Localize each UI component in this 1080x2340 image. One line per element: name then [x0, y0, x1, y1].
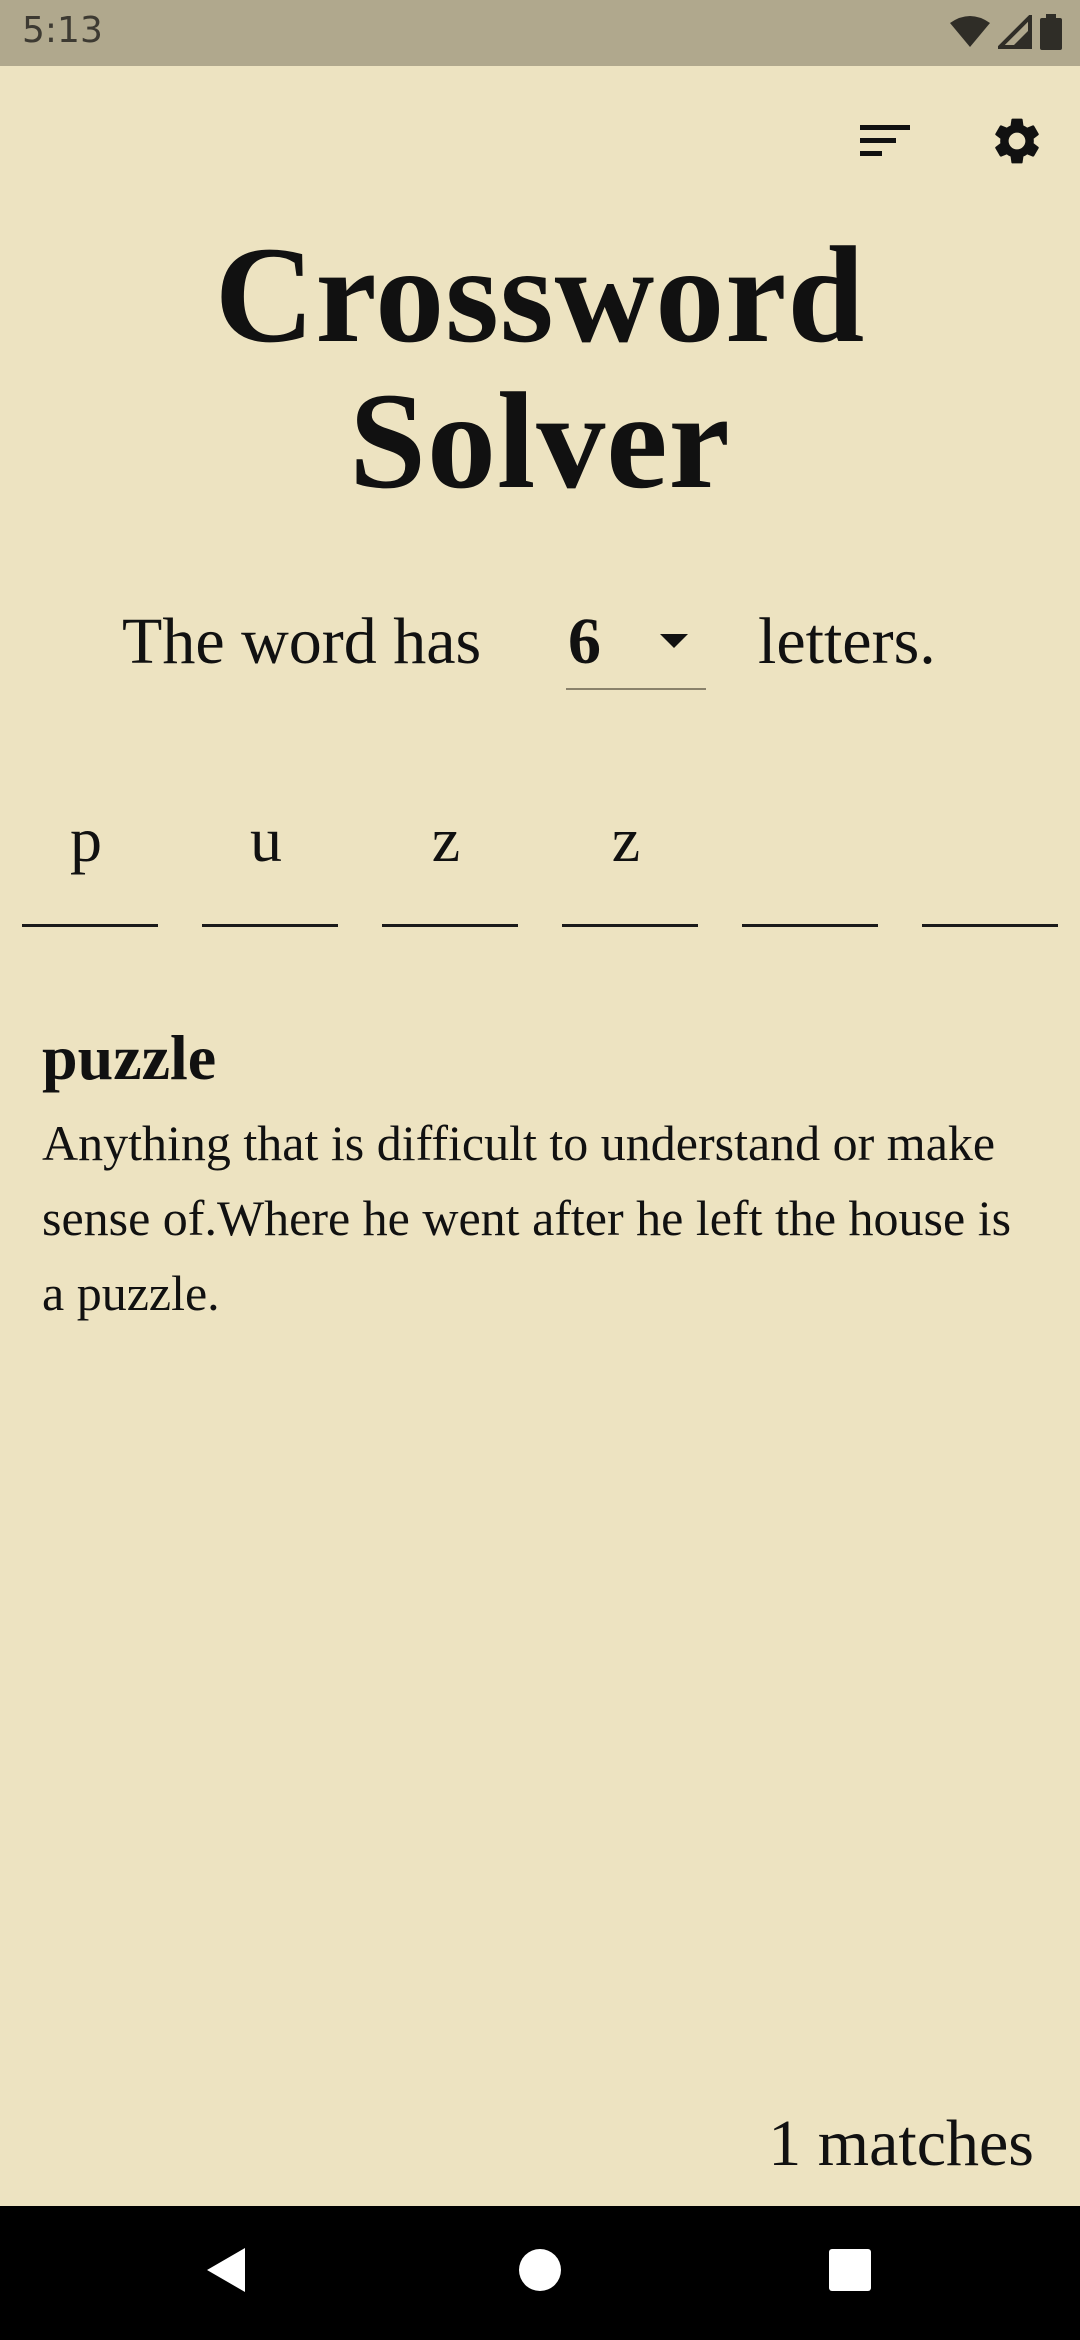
recents-button[interactable]	[805, 2232, 895, 2312]
home-icon	[518, 2248, 562, 2297]
letter-input-5[interactable]	[742, 790, 878, 927]
dropdown-arrow-icon	[660, 634, 688, 648]
letter-input-6[interactable]	[922, 790, 1058, 927]
length-suffix-text: letters.	[758, 605, 936, 678]
letter-value: u	[250, 804, 282, 875]
title-line-1: Crossword	[214, 218, 866, 371]
sort-icon	[858, 121, 912, 166]
result-item[interactable]: puzzle Anything that is difficult to und…	[42, 1016, 1042, 1331]
navigation-bar	[0, 2206, 1080, 2340]
result-word: puzzle	[42, 1022, 217, 1093]
word-length-dropdown[interactable]: 6	[566, 598, 706, 690]
toolbar	[780, 100, 1080, 186]
battery-icon	[1040, 13, 1062, 55]
settings-gear-icon	[989, 113, 1045, 174]
page-title: Crossword Solver	[0, 222, 1080, 514]
length-prefix-text: The word has	[122, 605, 482, 678]
letter-input-4[interactable]: z	[562, 790, 698, 927]
wifi-icon	[950, 15, 990, 54]
result-definition: Anything that is difficult to understand…	[42, 1115, 1012, 1321]
letter-inputs: p u z z	[22, 790, 1062, 927]
letter-value: z	[611, 804, 641, 875]
letter-input-1[interactable]: p	[22, 790, 158, 927]
status-bar: 5:13	[0, 0, 1080, 66]
back-icon	[205, 2246, 249, 2299]
letter-value: z	[431, 804, 461, 875]
word-length-row: The word has 6 letters.	[0, 598, 1080, 690]
home-button[interactable]	[495, 2232, 585, 2312]
cellular-signal-icon	[995, 11, 1032, 54]
sort-button[interactable]	[842, 100, 928, 186]
status-time: 5:13	[22, 10, 103, 51]
match-count: 1 matches	[768, 2107, 1034, 2180]
letter-input-2[interactable]: u	[202, 790, 338, 927]
recents-icon	[828, 2248, 872, 2297]
word-length-value: 6	[568, 605, 601, 678]
status-icons	[950, 11, 1062, 55]
letter-value: p	[70, 804, 102, 875]
title-line-2: Solver	[349, 364, 731, 517]
letter-input-3[interactable]: z	[382, 790, 518, 927]
back-button[interactable]	[182, 2232, 272, 2312]
settings-button[interactable]	[974, 100, 1060, 186]
